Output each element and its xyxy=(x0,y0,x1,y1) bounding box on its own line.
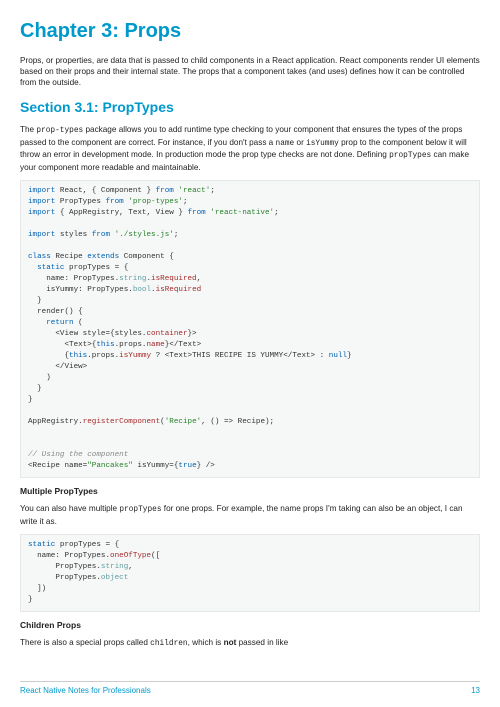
code-block-multiple: static propTypes = { name: PropTypes.one… xyxy=(20,534,480,612)
children-paragraph: There is also a special props called chi… xyxy=(20,637,480,650)
footer-title: React Native Notes for Professionals xyxy=(20,686,151,697)
code-block-main: import React, { Component } from 'react'… xyxy=(20,180,480,478)
page-number: 13 xyxy=(471,686,480,697)
subheading-children: Children Props xyxy=(20,620,480,631)
multiple-paragraph: You can also have multiple propTypes for… xyxy=(20,503,480,527)
page-footer: React Native Notes for Professionals 13 xyxy=(20,681,480,697)
section-title: Section 3.1: PropTypes xyxy=(20,98,480,117)
section-paragraph: The prop-types package allows you to add… xyxy=(20,124,480,173)
subheading-multiple: Multiple PropTypes xyxy=(20,486,480,497)
intro-paragraph: Props, or properties, are data that is p… xyxy=(20,55,480,88)
chapter-title: Chapter 3: Props xyxy=(20,18,480,45)
